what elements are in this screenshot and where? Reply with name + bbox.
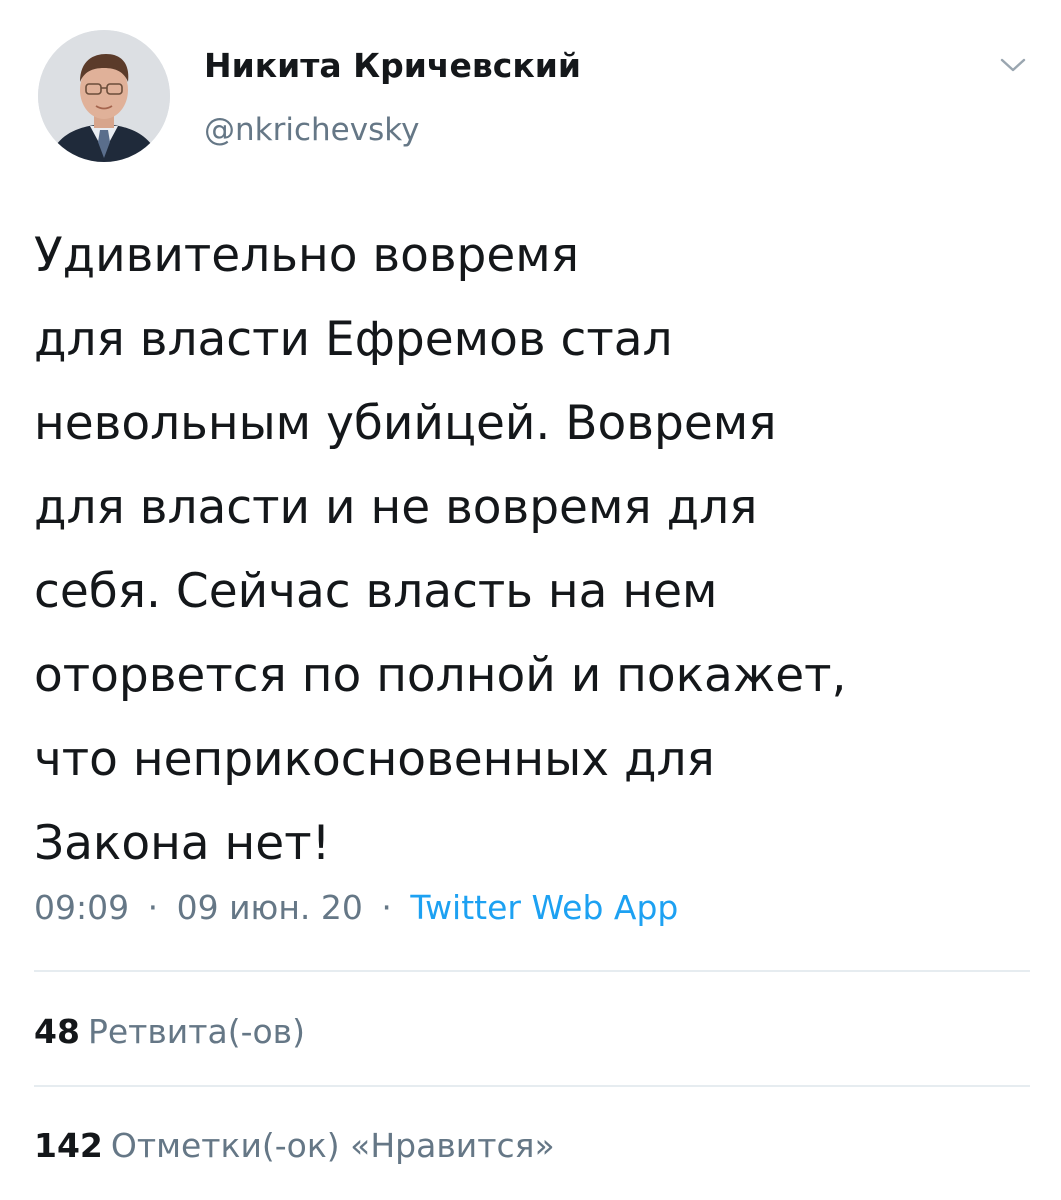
meta-separator: · xyxy=(381,888,392,927)
tweet-text-line: Закона нет! xyxy=(34,816,331,871)
tweet-text-line: Удивительно вовремя xyxy=(34,228,580,283)
author-handle[interactable]: @nkrichevsky xyxy=(204,112,419,148)
tweet-date[interactable]: 09 июн. 20 xyxy=(177,888,363,927)
retweets-stat[interactable]: 48 Ретвита(-ов) xyxy=(34,1012,305,1051)
tweet-text-line: что неприкосновенных для xyxy=(34,732,715,787)
divider xyxy=(34,1085,1030,1087)
tweet-text-line: себя. Сейчас власть на нем xyxy=(34,564,718,619)
divider xyxy=(34,970,1030,972)
tweet-source-link[interactable]: Twitter Web App xyxy=(410,888,678,927)
tweet-text-line: оторвется по полной и покажет, xyxy=(34,648,847,703)
tweet-meta: 09:09 · 09 июн. 20 · Twitter Web App xyxy=(34,888,678,927)
avatar[interactable] xyxy=(38,30,170,162)
tweet-detail: Никита Кричевский @nkrichevsky Удивитель… xyxy=(0,0,1061,1200)
author-name[interactable]: Никита Кричевский xyxy=(204,46,581,85)
tweet-text-line: невольным убийцей. Вовремя xyxy=(34,396,777,451)
meta-separator: · xyxy=(147,888,159,927)
likes-count: 142 xyxy=(34,1126,103,1165)
retweets-count: 48 xyxy=(34,1012,80,1051)
tweet-text: Удивительно вовремя для власти Ефремов с… xyxy=(34,214,1034,886)
chevron-down-icon[interactable] xyxy=(996,52,1030,78)
tweet-text-line: для власти и не вовремя для xyxy=(34,480,758,535)
likes-label: Отметки(-ок) «Нравится» xyxy=(110,1126,555,1165)
retweets-label: Ретвита(-ов) xyxy=(87,1012,305,1051)
tweet-time[interactable]: 09:09 xyxy=(34,888,129,927)
tweet-text-line: для власти Ефремов стал xyxy=(34,312,673,367)
avatar-photo xyxy=(38,30,170,162)
likes-stat[interactable]: 142 Отметки(-ок) «Нравится» xyxy=(34,1126,555,1165)
